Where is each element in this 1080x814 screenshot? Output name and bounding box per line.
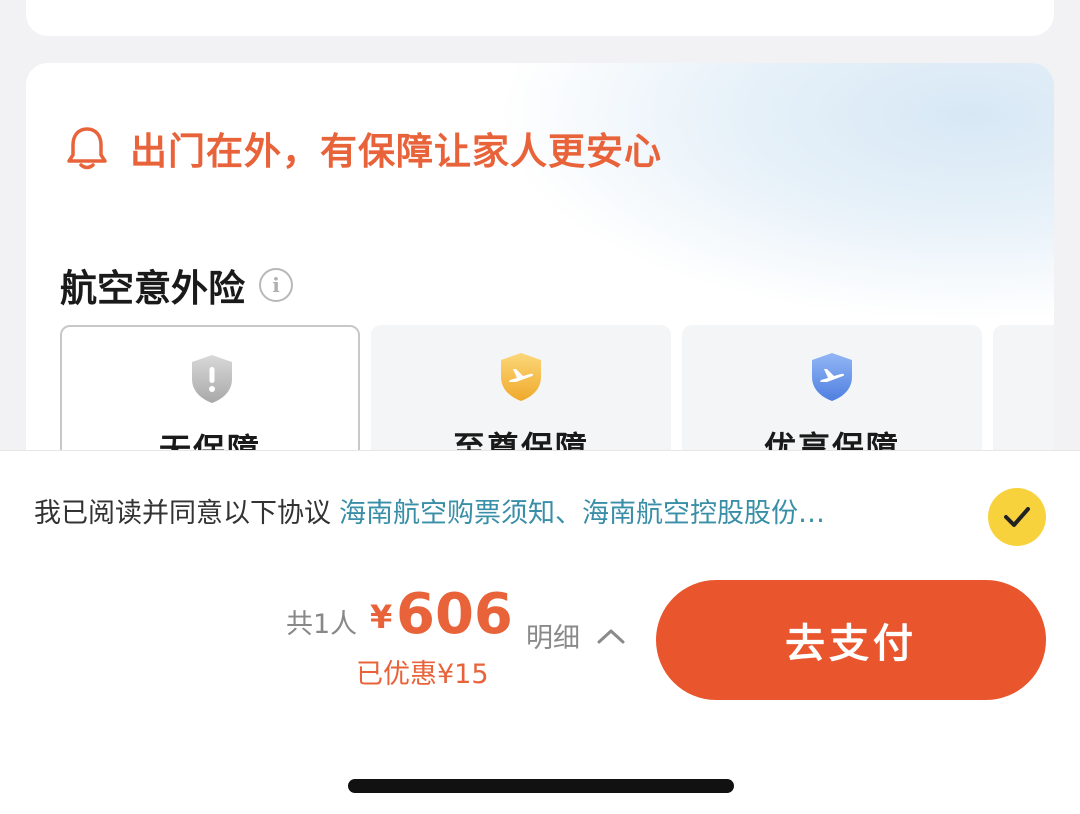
- pay-button[interactable]: 去支付: [656, 580, 1046, 700]
- insurance-banner: 出门在外，有保障让家人更安心: [66, 121, 662, 175]
- agreement-prefix: 我已阅读并同意以下协议: [34, 498, 331, 529]
- agreement-links[interactable]: 海南航空购票须知、海南航空控股股份…: [339, 491, 825, 530]
- discount-text: 已优惠¥15: [356, 659, 489, 690]
- home-indicator: [348, 779, 734, 793]
- info-icon[interactable]: i: [259, 268, 293, 302]
- shield-plane-blue-icon: [812, 353, 852, 401]
- checkout-panel: 我已阅读并同意以下协议 海南航空购票须知、海南航空控股股份… 共1人 ¥ 606…: [0, 450, 1080, 814]
- agreement-row: 我已阅读并同意以下协议 海南航空购票须知、海南航空控股股份…: [34, 491, 825, 530]
- section-header: 航空意外险 i: [60, 258, 293, 312]
- passenger-count: 共1人: [286, 609, 358, 640]
- chevron-up-icon: [597, 629, 625, 643]
- section-title: 航空意外险: [60, 267, 245, 310]
- shield-plane-gold-icon: [501, 353, 541, 401]
- insurance-card: 出门在外，有保障让家人更安心 航空意外险 i 无保障 至尊保障: [26, 63, 1054, 503]
- price-row: 共1人 ¥ 606 已优惠¥15 明细 去支付: [0, 576, 1080, 706]
- sky-background: [494, 63, 1054, 323]
- total-amount: 606: [396, 582, 513, 647]
- shield-warning-icon: [192, 355, 232, 403]
- agreement-checkbox[interactable]: [988, 488, 1046, 546]
- checkmark-icon: [1004, 507, 1030, 527]
- detail-label: 明细: [526, 623, 580, 654]
- bell-icon: [67, 127, 107, 170]
- previous-card: [26, 0, 1054, 36]
- currency-symbol: ¥: [370, 598, 393, 636]
- banner-text: 出门在外，有保障让家人更安心: [130, 130, 662, 173]
- price-detail-toggle[interactable]: 明细: [526, 616, 626, 655]
